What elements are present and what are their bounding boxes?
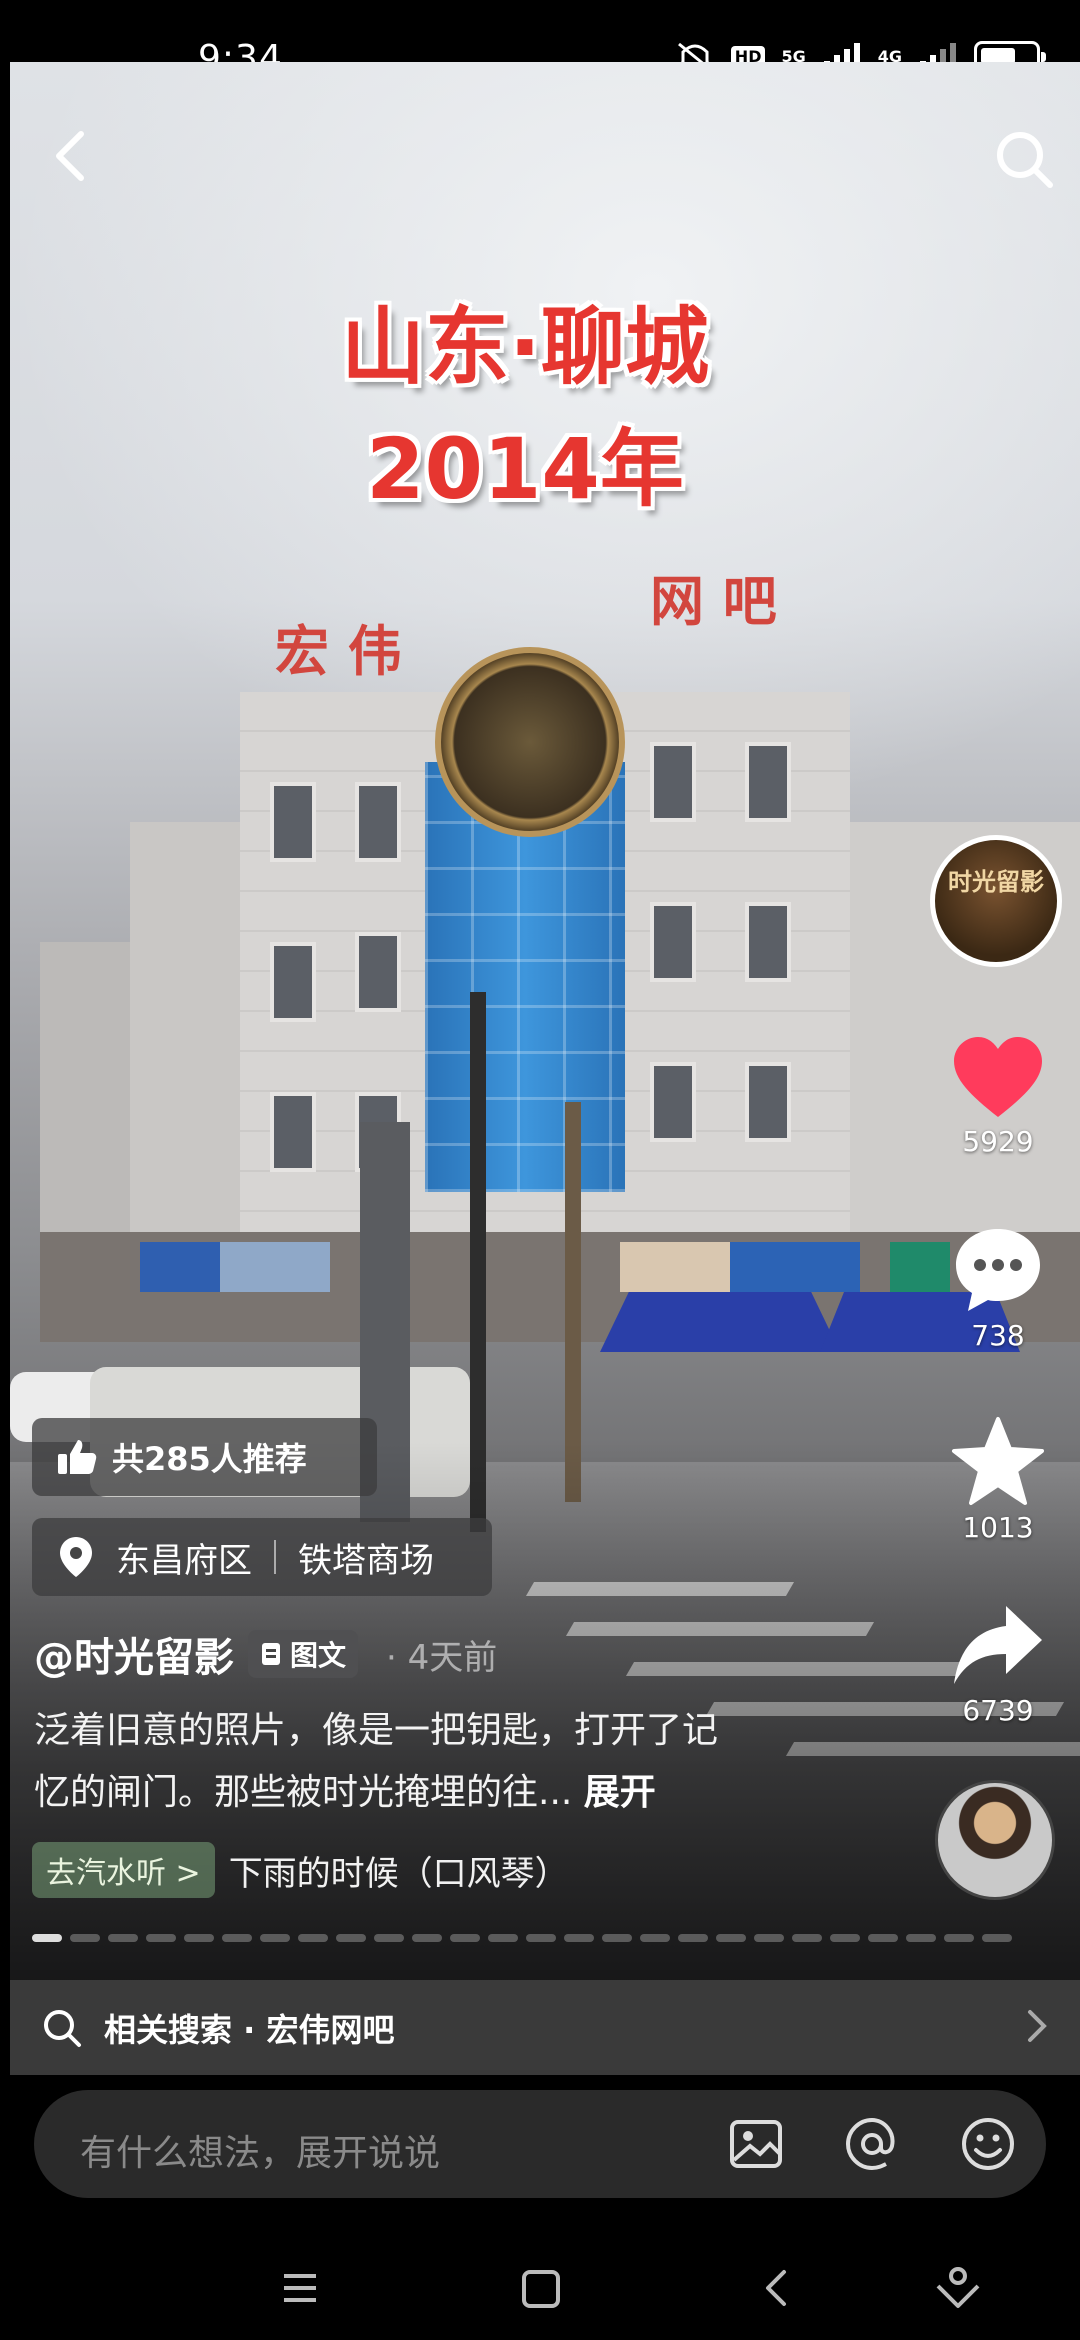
progress-segment bbox=[944, 1934, 974, 1942]
description-line1: 泛着旧意的照片，像是一把钥匙，打开了记 bbox=[34, 1710, 719, 1751]
progress-segment bbox=[754, 1934, 784, 1942]
building-logo bbox=[435, 647, 625, 837]
progress-segment bbox=[830, 1934, 860, 1942]
author-row: @时光留影 图文 · 4天前 bbox=[34, 1625, 497, 1683]
location-district: 东昌府区 bbox=[116, 1540, 252, 1581]
home-icon[interactable] bbox=[510, 2258, 570, 2318]
post-photo[interactable]: 宏 伟 网 吧 山东·聊城 2014年 bbox=[10, 62, 1080, 1980]
progress-segment bbox=[602, 1934, 632, 1942]
image-carousel-progress bbox=[32, 1934, 1012, 1942]
post-type-tag: 图文 bbox=[248, 1630, 359, 1678]
location-place: 铁塔商场 bbox=[298, 1540, 434, 1581]
progress-segment bbox=[184, 1934, 214, 1942]
progress-segment bbox=[906, 1934, 936, 1942]
location-pin-icon bbox=[60, 1537, 92, 1577]
related-search-bar[interactable]: 相关搜索 · 宏伟网吧 bbox=[10, 1980, 1080, 2075]
sign-left: 宏 伟 bbox=[275, 620, 402, 683]
search-icon bbox=[44, 2009, 81, 2047]
share-count: 6739 bbox=[962, 1694, 1034, 1727]
overlay-title-line1: 山东·聊城 bbox=[341, 298, 709, 396]
back-nav-icon[interactable] bbox=[748, 2258, 808, 2318]
location-divider bbox=[274, 1540, 276, 1574]
progress-segment bbox=[146, 1934, 176, 1942]
favorite-button[interactable]: 1013 bbox=[930, 1415, 1066, 1544]
like-button[interactable]: 5929 bbox=[930, 1035, 1066, 1158]
share-arrow-icon bbox=[954, 1606, 1042, 1684]
progress-segment bbox=[336, 1934, 366, 1942]
like-count: 5929 bbox=[962, 1125, 1034, 1158]
post-type-label: 图文 bbox=[290, 1639, 347, 1672]
progress-segment bbox=[412, 1934, 442, 1942]
post-time-ago: · 4天前 bbox=[386, 1637, 498, 1678]
comment-placeholder: 有什么想法，展开说说 bbox=[80, 2133, 441, 2174]
creator-avatar[interactable]: 时光留影 bbox=[930, 835, 1062, 967]
post-description: 泛着旧意的照片，像是一把钥匙，打开了记 忆的闸门。那些被时光掩埋的往... 展开 bbox=[34, 1700, 844, 1824]
progress-segment bbox=[982, 1934, 1012, 1942]
author-name[interactable]: @时光留影 bbox=[34, 1625, 234, 1683]
search-button[interactable] bbox=[990, 125, 1060, 195]
comment-input[interactable]: 有什么想法，展开说说 bbox=[34, 2090, 1046, 2198]
description-line2: 忆的闸门。那些被时光掩埋的往... bbox=[34, 1772, 584, 1813]
menu-icon[interactable] bbox=[270, 2258, 330, 2318]
comment-count: 738 bbox=[971, 1319, 1025, 1352]
status-bar: 9:34 HD 5G 4G bbox=[0, 0, 1080, 79]
sign-right: 网 吧 bbox=[650, 570, 777, 633]
favorite-count: 1013 bbox=[962, 1511, 1034, 1544]
progress-segment bbox=[32, 1934, 62, 1942]
comment-button[interactable]: 738 bbox=[930, 1225, 1066, 1352]
progress-segment bbox=[222, 1934, 252, 1942]
progress-segment bbox=[564, 1934, 594, 1942]
progress-segment bbox=[450, 1934, 480, 1942]
progress-segment bbox=[526, 1934, 556, 1942]
recommend-text: 共285人推荐 bbox=[112, 1440, 307, 1478]
thumbs-up-icon bbox=[58, 1440, 97, 1474]
location-pill[interactable]: 东昌府区 铁塔商场 bbox=[32, 1518, 492, 1596]
chevron-right-icon bbox=[1028, 2010, 1047, 2042]
progress-segment bbox=[298, 1934, 328, 1942]
comment-bubble-icon bbox=[956, 1229, 1040, 1311]
music-avatar[interactable] bbox=[935, 1780, 1055, 1900]
mention-icon[interactable] bbox=[842, 2114, 902, 2174]
creator-avatar-text: 时光留影 bbox=[948, 868, 1044, 896]
music-row: 去汽水听 > 下雨的时候（口风琴） bbox=[32, 1842, 569, 1898]
progress-segment bbox=[260, 1934, 290, 1942]
progress-segment bbox=[70, 1934, 100, 1942]
expand-button[interactable]: 展开 bbox=[584, 1772, 656, 1813]
progress-segment bbox=[868, 1934, 898, 1942]
emoji-icon[interactable] bbox=[958, 2114, 1018, 2174]
image-icon[interactable] bbox=[726, 2114, 786, 2174]
assistant-icon[interactable] bbox=[928, 2258, 988, 2318]
overlay-title-line2: 2014年 bbox=[366, 420, 684, 518]
progress-segment bbox=[108, 1934, 138, 1942]
image-text-icon bbox=[262, 1643, 280, 1665]
progress-segment bbox=[488, 1934, 518, 1942]
chevron-left-icon bbox=[56, 131, 84, 181]
recommend-pill[interactable]: 共285人推荐 bbox=[32, 1418, 377, 1496]
heart-icon bbox=[954, 1037, 1042, 1117]
progress-segment bbox=[792, 1934, 822, 1942]
music-title[interactable]: 下雨的时候（口风琴） bbox=[229, 1846, 569, 1895]
back-button[interactable] bbox=[45, 120, 95, 190]
share-button[interactable]: 6739 bbox=[930, 1600, 1066, 1727]
open-in-qishui-button[interactable]: 去汽水听 > bbox=[32, 1842, 215, 1898]
progress-segment bbox=[640, 1934, 670, 1942]
related-search-label: 相关搜索 · 宏伟网吧 bbox=[104, 2010, 395, 2049]
search-icon bbox=[997, 132, 1053, 188]
progress-segment bbox=[716, 1934, 746, 1942]
progress-segment bbox=[374, 1934, 404, 1942]
star-icon bbox=[952, 1417, 1044, 1505]
progress-segment bbox=[678, 1934, 708, 1942]
